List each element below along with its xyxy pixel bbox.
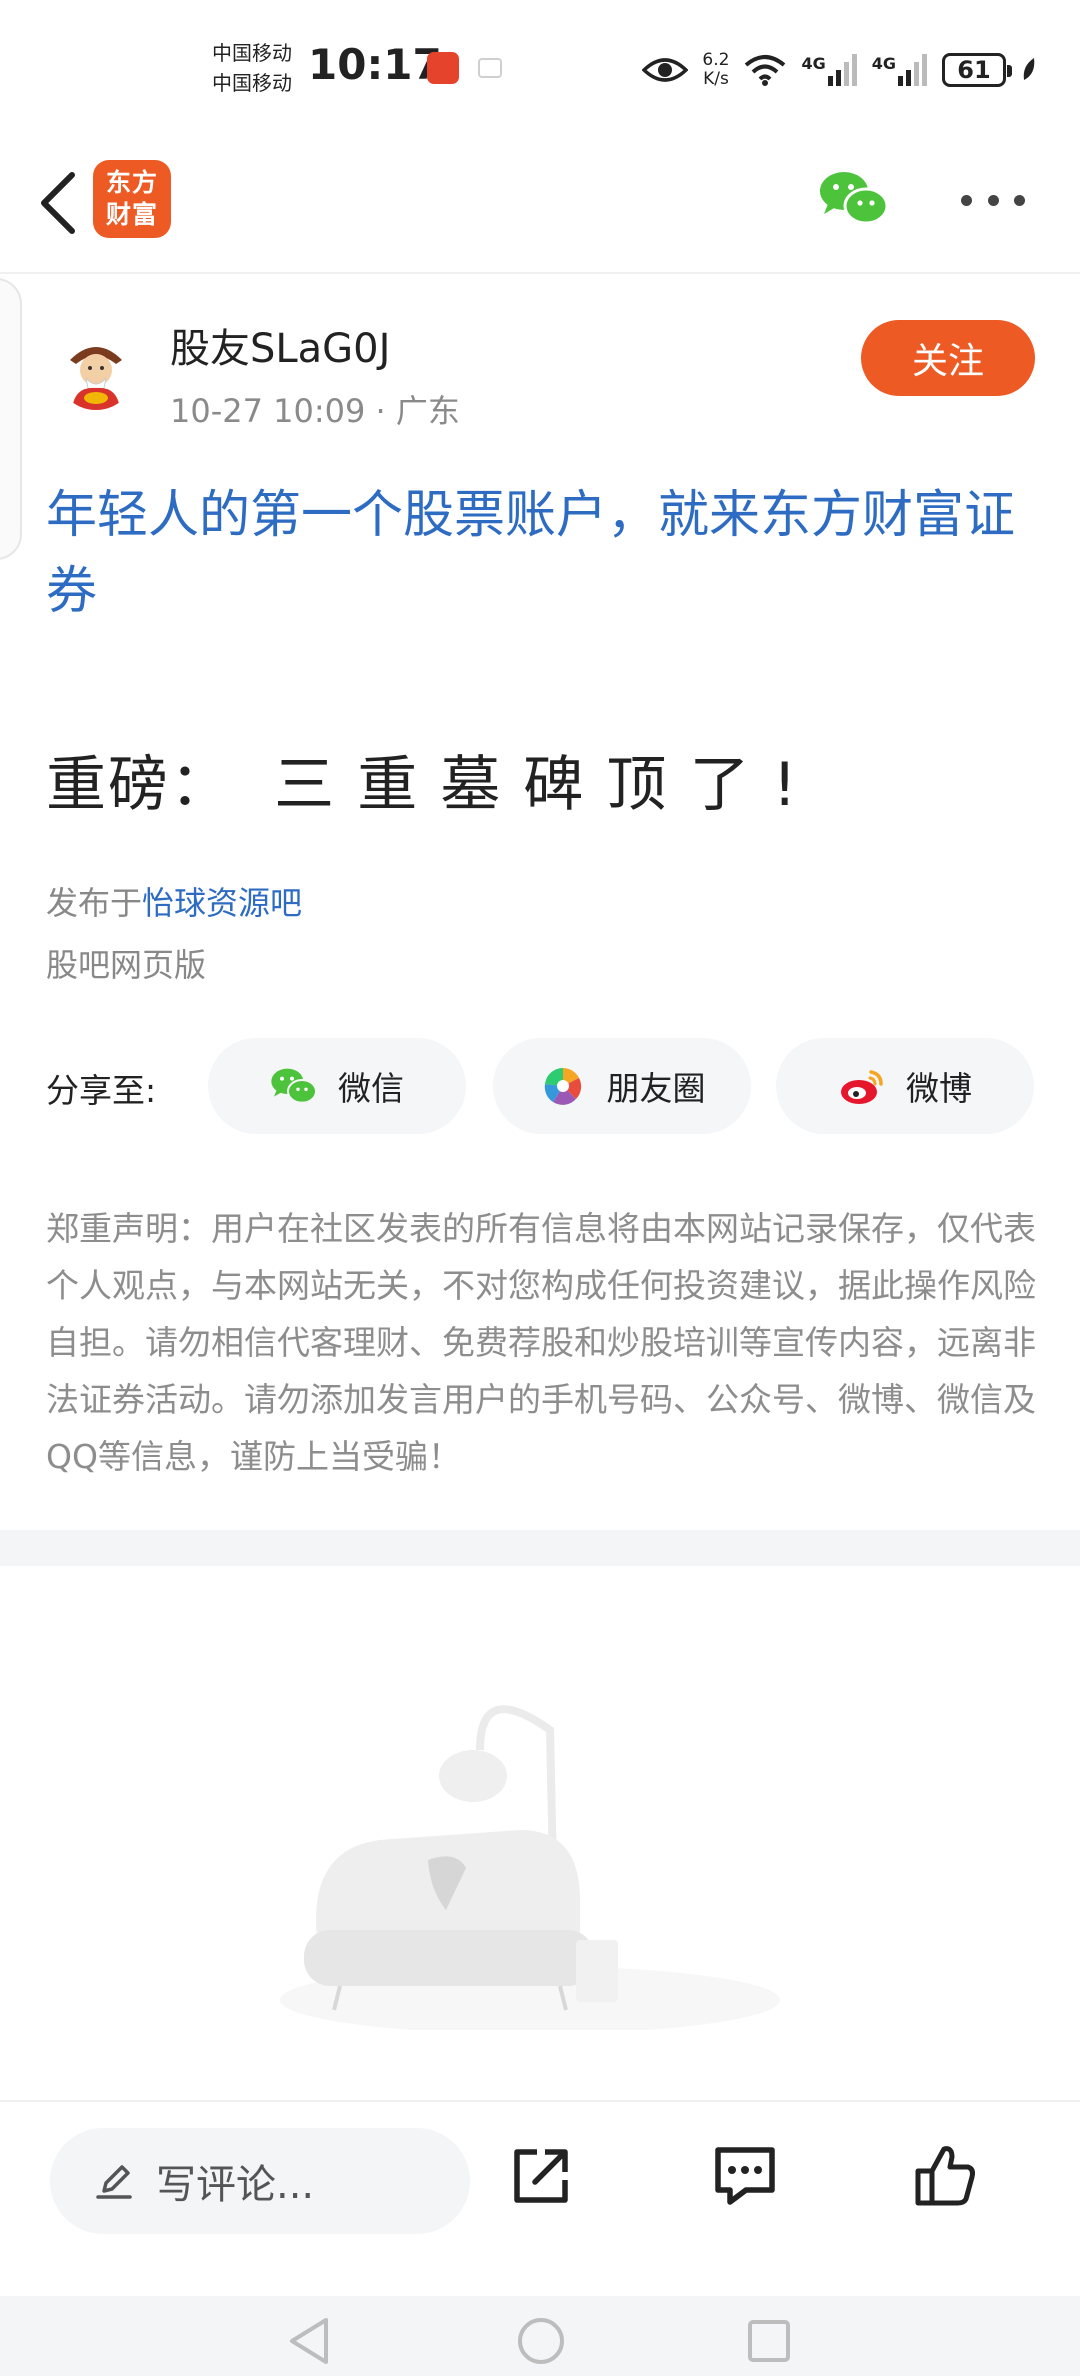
status-right: 6.2 K/s 4G 4G 61: [642, 46, 1038, 94]
circle-home-icon: [518, 2318, 564, 2364]
eye-icon: [642, 58, 689, 82]
more-dot: [987, 194, 999, 206]
comment-icon: [715, 2147, 775, 2205]
promo-link[interactable]: 年轻人的第一个股票账户，就来东方财富证券: [46, 478, 1046, 630]
side-drawer-handle[interactable]: [0, 278, 22, 560]
avatar[interactable]: [56, 330, 136, 410]
clock: 10:17: [308, 40, 442, 89]
weibo-icon: [838, 1062, 886, 1110]
wechat-icon: [270, 1062, 318, 1110]
carrier-1: 中国移动: [212, 41, 292, 65]
wechat-icon: [820, 172, 889, 225]
notification-app-icon: [427, 52, 459, 84]
eastmoney-logo[interactable]: 东方 财富: [93, 160, 171, 238]
disclaimer-text: 郑重声明：用户在社区发表的所有信息将由本网站记录保存，仅代表个人观点，与本网站无…: [46, 1209, 1036, 1476]
leaf-icon: [1023, 58, 1035, 80]
share-weibo-button[interactable]: 微博: [776, 1038, 1034, 1134]
author-name[interactable]: 股友SLaG0J: [170, 316, 390, 374]
share-wechat-label: 微信: [338, 1069, 404, 1108]
share-wechat-button[interactable]: 微信: [208, 1038, 466, 1134]
published-in: 发布于怡球资源吧: [46, 878, 302, 924]
signal-bars-icon: [827, 54, 857, 86]
empty-comments-illustration: [260, 1700, 820, 2034]
signal-2: 4G: [872, 54, 928, 86]
square-recent-icon: [748, 2320, 790, 2362]
battery-indicator: 61: [942, 53, 1012, 87]
system-recent-button[interactable]: [742, 2314, 796, 2368]
comment-input[interactable]: 写评论...: [50, 2128, 470, 2234]
post-detail-screen: 中国移动 中国移动 10:17 6.2 K/s 4G 4G 61 东方 财富 股…: [0, 0, 1080, 2376]
edit-icon: [96, 2165, 132, 2199]
signal-1: 4G: [801, 54, 857, 86]
system-nav-bar: [0, 2296, 1080, 2376]
network-speed: 6.2 K/s: [702, 50, 730, 89]
share-label: 分享至:: [46, 1071, 157, 1110]
like-button[interactable]: [909, 2140, 981, 2212]
post-source: 股吧网页版: [46, 946, 207, 984]
system-back-button[interactable]: [282, 2314, 336, 2368]
back-button[interactable]: [22, 158, 94, 248]
comment-placeholder: 写评论...: [156, 2162, 315, 2208]
share-moments-label: 朋友圈: [606, 1069, 706, 1108]
notification-calendar-icon: [478, 58, 502, 78]
more-dot: [1014, 194, 1025, 206]
share-out-icon: [514, 2149, 568, 2203]
triangle-back-icon: [290, 2318, 328, 2364]
signal-bars-icon: [898, 54, 927, 86]
section-divider: [0, 1530, 1080, 1566]
carrier-2: 中国移动: [212, 71, 292, 95]
status-bar: 中国移动 中国移动 10:17 6.2 K/s 4G 4G 61: [0, 0, 1080, 140]
like-icon: [915, 2146, 975, 2206]
back-arrow-icon: [41, 172, 75, 234]
carrier-labels: 中国移动 中国移动: [212, 38, 292, 98]
share-weibo-label: 微博: [906, 1069, 972, 1108]
post-time-location: 10-27 10:09 · 广东: [170, 392, 460, 430]
comment-button[interactable]: [709, 2140, 781, 2212]
more-button[interactable]: [955, 180, 1031, 220]
bottom-action-bar: 写评论...: [0, 2100, 1080, 2296]
post-title: 重磅： 三 重 墓 碑 顶 了 !: [46, 750, 799, 820]
wechat-share-button[interactable]: [818, 168, 890, 228]
share-button[interactable]: [505, 2140, 577, 2212]
published-prefix: 发布于: [46, 884, 143, 922]
bar-name-link[interactable]: 怡球资源吧: [142, 884, 302, 922]
wifi-icon: [745, 55, 786, 86]
follow-button[interactable]: 关注: [861, 320, 1035, 396]
share-moments-button[interactable]: 朋友圈: [493, 1038, 751, 1134]
moments-icon: [539, 1062, 587, 1110]
system-home-button[interactable]: [514, 2314, 568, 2368]
avatar-image: [56, 330, 136, 410]
more-dot: [961, 194, 972, 206]
top-nav: 东方 财富: [0, 140, 1080, 274]
